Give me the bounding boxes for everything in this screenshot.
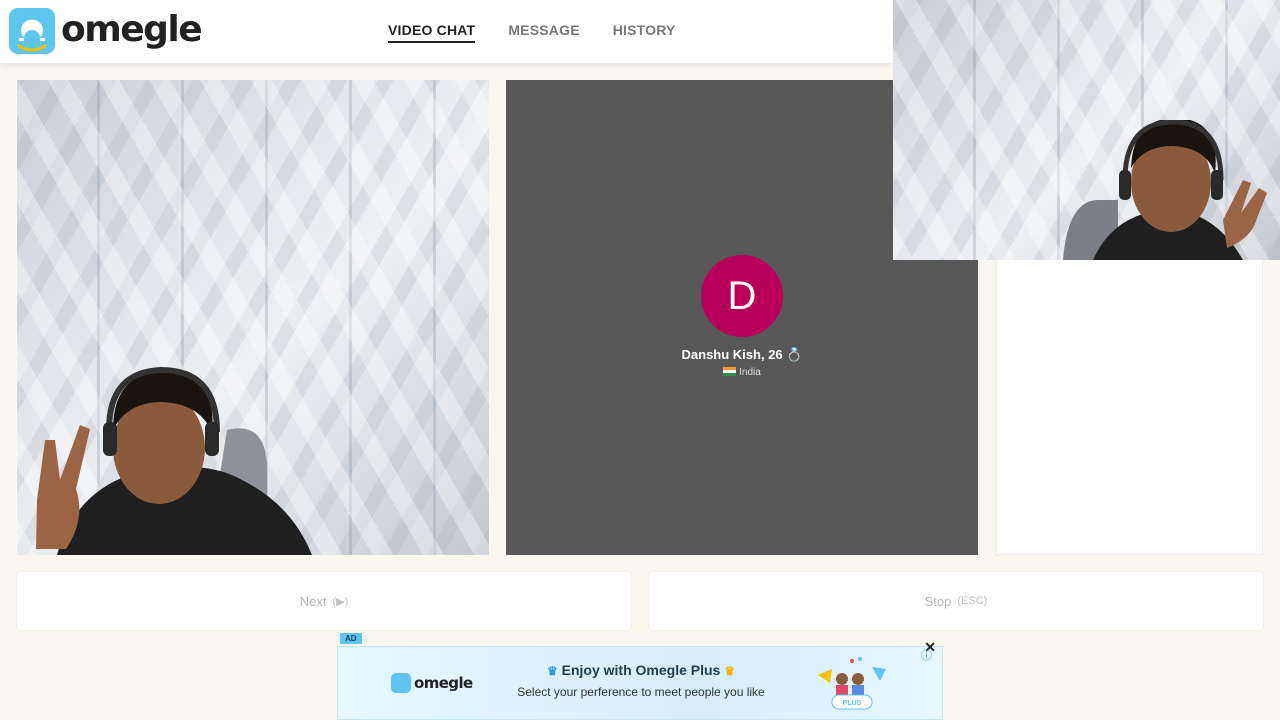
crown-icon: ♛ [546, 664, 558, 678]
logo-wordmark: omegle [61, 8, 203, 50]
ad-tag: AD [340, 633, 362, 644]
ad-headline-text: Enjoy with Omegle Plus [561, 662, 721, 678]
people-flags-illustration: PLUS [818, 657, 886, 710]
nav-history[interactable]: HISTORY [613, 22, 676, 43]
next-button[interactable]: Next (▶) [17, 572, 631, 630]
nav-video-chat[interactable]: VIDEO CHAT [388, 22, 476, 43]
partner-video-feed [893, 0, 1280, 260]
stranger-name: Danshu Kish, 26 💍 [506, 347, 978, 363]
plus-badge: PLUS [843, 700, 862, 707]
india-flag-icon [723, 367, 737, 376]
top-header: omegle VIDEO CHAT MESSAGE HISTORY [0, 0, 893, 63]
stop-button-label: Stop [924, 593, 952, 609]
chat-log-panel[interactable] [996, 260, 1263, 555]
omegle-logo[interactable]: omegle [9, 8, 203, 54]
self-person-image [36, 366, 312, 555]
crown-icon: ♛ [724, 664, 735, 678]
stranger-avatar: D [701, 255, 783, 337]
omega-logo-icon [9, 8, 55, 54]
next-shortcut-hint: (▶) [332, 595, 349, 608]
ad-banner[interactable]: ✕ ⓘ omegle ♛ Enjoy with Omegle Plus ♛ Se… [337, 639, 943, 720]
ring-icon: 💍 [786, 347, 803, 362]
self-video-feed [17, 80, 489, 555]
nav-message[interactable]: MESSAGE [508, 22, 579, 43]
info-icon[interactable]: ⓘ [921, 647, 932, 663]
stop-shortcut-hint: (ESC) [957, 595, 988, 607]
stranger-country-label: India [739, 367, 761, 378]
next-button-label: Next [299, 593, 327, 609]
partner-person-image [1063, 120, 1267, 260]
stranger-country: India [506, 367, 978, 378]
stop-button[interactable]: Stop (ESC) [649, 572, 1263, 630]
main-nav: VIDEO CHAT MESSAGE HISTORY [388, 22, 676, 43]
stranger-name-text: Danshu Kish, 26 [681, 347, 783, 362]
